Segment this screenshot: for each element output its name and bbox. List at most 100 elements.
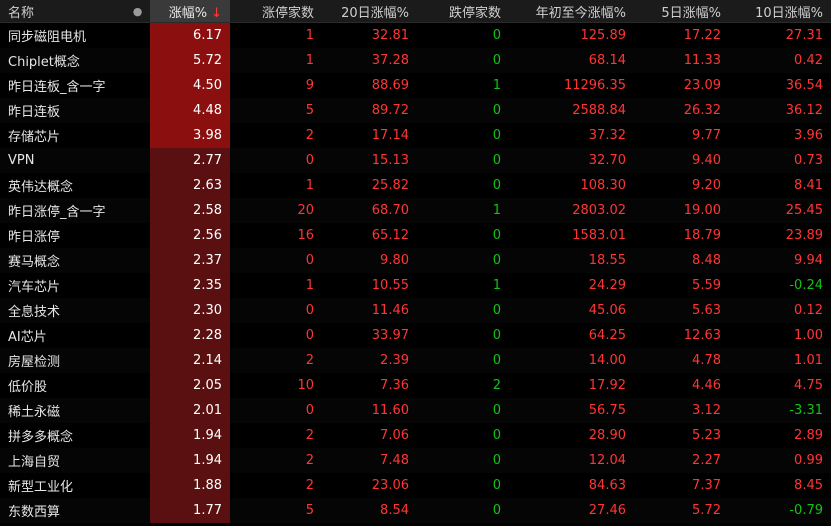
cell-20day: 37.28 <box>322 48 417 73</box>
col-dot-header[interactable]: ● <box>125 0 150 23</box>
cell-5day: 26.32 <box>634 98 729 123</box>
table-row[interactable]: VPN 2.77 0 15.13 0 32.70 9.40 0.73 <box>0 148 831 173</box>
cell-10day: 36.54 <box>729 73 831 98</box>
table-row[interactable]: AI芯片 2.28 0 33.97 0 64.25 12.63 1.00 <box>0 323 831 348</box>
cell-limit-up: 0 <box>230 148 322 173</box>
cell-limit-down: 1 <box>417 273 509 298</box>
cell-change: 2.56 <box>150 223 230 248</box>
table-row[interactable]: 昨日涨停_含一字 2.58 20 68.70 1 2803.02 19.00 25.45 <box>0 198 831 223</box>
table-row[interactable]: 昨日涨停 2.56 16 65.12 0 1583.01 18.79 23.89 <box>0 223 831 248</box>
cell-20day: 15.13 <box>322 148 417 173</box>
table-body: 同步磁阻电机 6.17 1 32.81 0 125.89 17.22 27.31 Chiplet… <box>0 22 831 523</box>
table-row[interactable]: 英伟达概念 2.63 1 25.82 0 108.30 9.20 8.41 <box>0 173 831 198</box>
table-row[interactable]: 上海自贸 1.94 2 7.48 0 12.04 2.27 0.99 <box>0 448 831 473</box>
cell-name: 全息技术 <box>0 298 125 323</box>
col-ytd-header[interactable]: 年初至今涨幅% <box>509 0 634 23</box>
table-row[interactable]: 昨日连板_含一字 4.50 9 88.69 1 11296.35 23.09 36.54 <box>0 73 831 98</box>
cell-5day: 8.48 <box>634 248 729 273</box>
cell-change: 4.48 <box>150 98 230 123</box>
table-row[interactable]: 同步磁阻电机 6.17 1 32.81 0 125.89 17.22 27.31 <box>0 22 831 48</box>
cell-ytd: 12.04 <box>509 448 634 473</box>
cell-20day: 11.60 <box>322 398 417 423</box>
cell-change: 2.14 <box>150 348 230 373</box>
table-row[interactable]: 昨日连板 4.48 5 89.72 0 2588.84 26.32 36.12 <box>0 98 831 123</box>
cell-10day: 9.94 <box>729 248 831 273</box>
cell-limit-up: 0 <box>230 398 322 423</box>
cell-20day: 2.39 <box>322 348 417 373</box>
cell-5day: 5.59 <box>634 273 729 298</box>
table-row[interactable]: 全息技术 2.30 0 11.46 0 45.06 5.63 0.12 <box>0 298 831 323</box>
cell-dot <box>125 448 150 473</box>
cell-10day: 1.00 <box>729 323 831 348</box>
cell-limit-up: 5 <box>230 498 322 523</box>
col-5day-header[interactable]: 5日涨幅% <box>634 0 729 23</box>
table-row[interactable]: 低价股 2.05 10 7.36 2 17.92 4.46 4.75 <box>0 373 831 398</box>
cell-change: 2.77 <box>150 148 230 173</box>
table-row[interactable]: 新型工业化 1.88 2 23.06 0 84.63 7.37 8.45 <box>0 473 831 498</box>
cell-change: 1.88 <box>150 473 230 498</box>
cell-10day: 0.99 <box>729 448 831 473</box>
cell-name: Chiplet概念 <box>0 48 125 73</box>
cell-dot <box>125 273 150 298</box>
cell-10day: 2.89 <box>729 423 831 448</box>
cell-name: 新型工业化 <box>0 473 125 498</box>
col-change-label: 涨幅% <box>168 5 208 21</box>
col-limit-up-header[interactable]: 涨停家数 <box>230 0 322 23</box>
table-row[interactable]: 汽车芯片 2.35 1 10.55 1 24.29 5.59 -0.24 <box>0 273 831 298</box>
cell-dot <box>125 423 150 448</box>
table-row[interactable]: 拼多多概念 1.94 2 7.06 0 28.90 5.23 2.89 <box>0 423 831 448</box>
table-row[interactable]: 稀土永磁 2.01 0 11.60 0 56.75 3.12 -3.31 <box>0 398 831 423</box>
cell-5day: 7.37 <box>634 473 729 498</box>
cell-limit-down: 0 <box>417 448 509 473</box>
col-limit-down-header[interactable]: 跌停家数 <box>417 0 509 23</box>
col-change-header[interactable]: 涨幅% ↓ <box>150 0 230 23</box>
cell-name: 昨日涨停_含一字 <box>0 198 125 223</box>
cell-limit-down: 0 <box>417 348 509 373</box>
cell-20day: 33.97 <box>322 323 417 348</box>
cell-limit-up: 2 <box>230 423 322 448</box>
cell-change: 2.37 <box>150 248 230 273</box>
cell-20day: 10.55 <box>322 273 417 298</box>
table-row[interactable]: 存储芯片 3.98 2 17.14 0 37.32 9.77 3.96 <box>0 123 831 148</box>
cell-10day: 8.45 <box>729 473 831 498</box>
table-row[interactable]: 赛马概念 2.37 0 9.80 0 18.55 8.48 9.94 <box>0 248 831 273</box>
cell-10day: -3.31 <box>729 398 831 423</box>
cell-limit-up: 0 <box>230 323 322 348</box>
cell-10day: 23.89 <box>729 223 831 248</box>
cell-ytd: 68.14 <box>509 48 634 73</box>
cell-dot <box>125 398 150 423</box>
cell-limit-up: 10 <box>230 373 322 398</box>
col-20day-header[interactable]: 20日涨幅% <box>322 0 417 23</box>
cell-name: 拼多多概念 <box>0 423 125 448</box>
table-row[interactable]: 东数西算 1.77 5 8.54 0 27.46 5.72 -0.79 <box>0 498 831 523</box>
cell-20day: 7.48 <box>322 448 417 473</box>
cell-ytd: 108.30 <box>509 173 634 198</box>
cell-dot <box>125 123 150 148</box>
cell-limit-down: 0 <box>417 398 509 423</box>
table-row[interactable]: 房屋检测 2.14 2 2.39 0 14.00 4.78 1.01 <box>0 348 831 373</box>
cell-5day: 5.23 <box>634 423 729 448</box>
cell-ytd: 1583.01 <box>509 223 634 248</box>
cell-dot <box>125 148 150 173</box>
cell-limit-down: 0 <box>417 498 509 523</box>
cell-limit-up: 2 <box>230 473 322 498</box>
cell-ytd: 32.70 <box>509 148 634 173</box>
cell-name: AI芯片 <box>0 323 125 348</box>
cell-limit-up: 0 <box>230 248 322 273</box>
cell-dot <box>125 48 150 73</box>
cell-20day: 23.06 <box>322 473 417 498</box>
cell-5day: 4.78 <box>634 348 729 373</box>
cell-limit-up: 20 <box>230 198 322 223</box>
cell-dot <box>125 198 150 223</box>
cell-5day: 17.22 <box>634 22 729 48</box>
cell-5day: 19.00 <box>634 198 729 223</box>
cell-name: 昨日连板_含一字 <box>0 73 125 98</box>
cell-20day: 11.46 <box>322 298 417 323</box>
col-name-header[interactable]: 名称 <box>0 0 125 23</box>
table-row[interactable]: Chiplet概念 5.72 1 37.28 0 68.14 11.33 0.42 <box>0 48 831 73</box>
col-10day-header[interactable]: 10日涨幅% <box>729 0 831 23</box>
cell-limit-down: 0 <box>417 473 509 498</box>
cell-limit-down: 0 <box>417 148 509 173</box>
cell-5day: 5.72 <box>634 498 729 523</box>
cell-20day: 88.69 <box>322 73 417 98</box>
